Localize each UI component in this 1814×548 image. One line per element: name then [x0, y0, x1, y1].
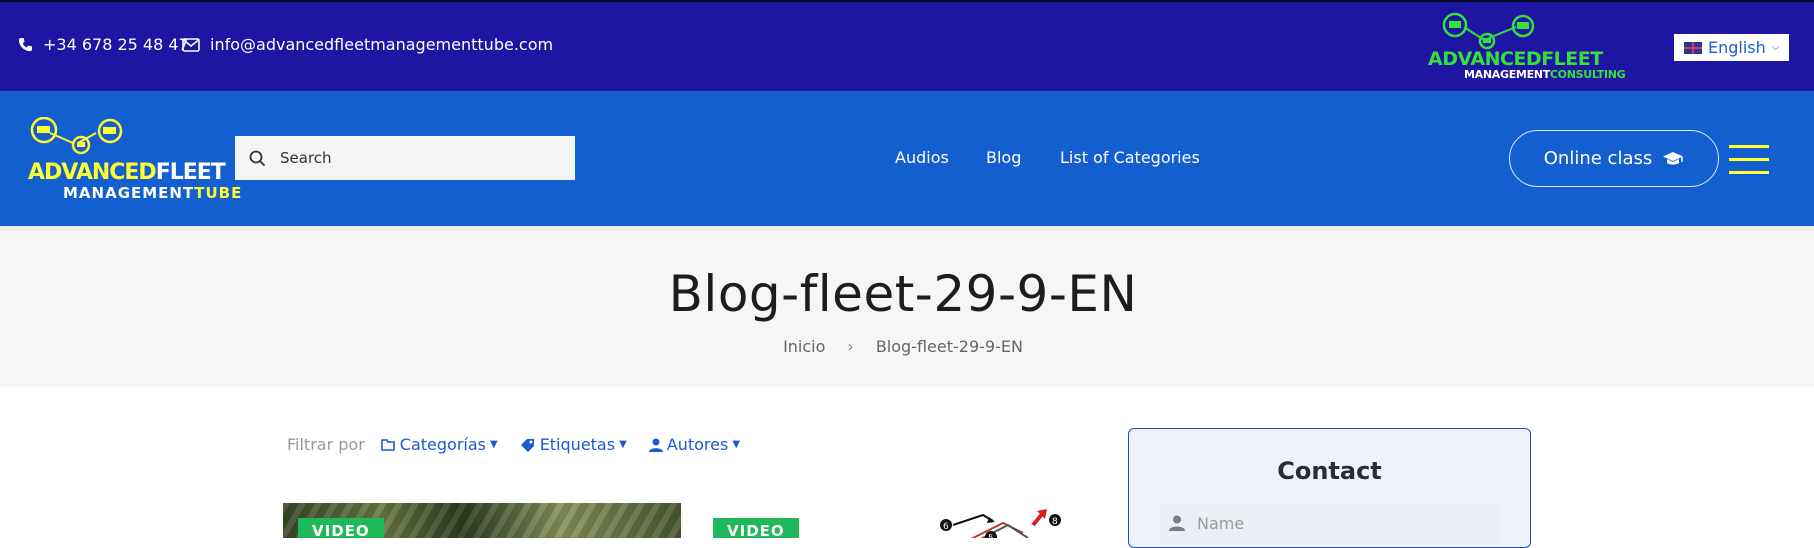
nav-audios[interactable]: Audios	[895, 148, 949, 167]
filter-label: Filtrar por	[287, 435, 365, 454]
name-field[interactable]	[1159, 503, 1500, 543]
breadcrumb-home[interactable]: Inicio	[783, 337, 825, 356]
chevron-down-icon: ⌵	[1771, 42, 1780, 53]
filter-bar: Filtrar por Categorías ▼ Etiquetas ▼ Aut…	[287, 435, 762, 454]
tag-icon	[520, 438, 534, 452]
page-title-band: Blog-fleet-29-9-EN Inicio › Blog-fleet-29-…	[0, 226, 1814, 387]
graduation-cap-icon	[1663, 151, 1684, 164]
user-icon	[648, 438, 663, 452]
online-class-label: Online class	[1543, 148, 1653, 169]
page-title: Blog-fleet-29-9-EN	[668, 265, 1138, 323]
diagram-thumbnail-icon: 6 8 5	[940, 509, 1061, 538]
name-input[interactable]	[1195, 512, 1479, 534]
search-box[interactable]	[235, 136, 575, 180]
site-logo-line2: MANAGEMENTTUBE	[63, 184, 243, 202]
breadcrumb: Inicio › Blog-fleet-29-9-EN	[0, 337, 1806, 356]
main-header: ADVANCEDFLEET MANAGEMENTTUBE Audios Blog…	[0, 91, 1814, 226]
svg-text:8: 8	[1052, 517, 1058, 527]
phone-icon	[18, 37, 33, 52]
chevron-down-icon: ▼	[489, 439, 498, 450]
search-input[interactable]	[278, 148, 552, 168]
site-logo-line1: ADVANCEDFLEET	[28, 160, 226, 185]
contact-form: Contact	[1128, 428, 1531, 548]
filter-authors[interactable]: Autores ▼	[648, 435, 741, 454]
online-class-button[interactable]: Online class	[1509, 130, 1719, 187]
filter-categories-label: Categorías	[399, 435, 486, 454]
consulting-logo-line2: MANAGEMENTCONSULTING	[1464, 68, 1626, 81]
svg-text:6: 6	[943, 522, 949, 532]
contact-title: Contact	[1277, 457, 1382, 485]
filter-categories[interactable]: Categorías ▼	[380, 435, 498, 454]
filter-tags-label: Etiquetas	[539, 435, 616, 454]
breadcrumb-separator-icon: ›	[847, 337, 854, 356]
breadcrumb-current: Blog-fleet-29-9-EN	[875, 337, 1023, 356]
filter-authors-label: Autores	[666, 435, 729, 454]
svg-text:5: 5	[988, 534, 994, 538]
mail-icon	[182, 37, 200, 52]
video-badge: VIDEO	[298, 518, 384, 538]
truck-network-icon	[1442, 12, 1535, 50]
site-logo[interactable]: ADVANCEDFLEET MANAGEMENTTUBE	[28, 117, 241, 207]
language-label: English	[1708, 38, 1766, 57]
video-badge: VIDEO	[713, 518, 799, 538]
truck-network-icon	[30, 117, 123, 155]
phone-number: +34 678 25 48 47	[43, 35, 189, 54]
filter-tags[interactable]: Etiquetas ▼	[520, 435, 627, 454]
consulting-logo[interactable]: ADVANCEDFLEET MANAGEMENTCONSULTING	[1424, 12, 1626, 84]
menu-icon[interactable]	[1729, 144, 1769, 176]
contact-email[interactable]: info@advancedfleetmanagementtube.com	[182, 35, 553, 54]
chevron-down-icon: ▼	[732, 439, 741, 450]
post-card-thumbnail[interactable]: VIDEO 6 8 5	[713, 503, 1093, 538]
flag-uk-icon	[1684, 41, 1702, 54]
nav-list-of-categories[interactable]: List of Categories	[1060, 148, 1200, 167]
post-card-thumbnail[interactable]: VIDEO	[283, 503, 681, 538]
folder-tag-icon	[380, 438, 395, 451]
consulting-logo-line1: ADVANCEDFLEET	[1428, 48, 1603, 70]
contact-phone[interactable]: +34 678 25 48 47	[18, 35, 189, 54]
language-selector[interactable]: English ⌵	[1674, 34, 1789, 61]
chevron-down-icon: ▼	[619, 439, 627, 450]
user-icon	[1169, 515, 1185, 531]
nav-blog[interactable]: Blog	[986, 148, 1021, 167]
top-bar: +34 678 25 48 47 info@advancedfleetmanag…	[0, 0, 1814, 91]
search-icon	[249, 150, 266, 166]
email-address: info@advancedfleetmanagementtube.com	[210, 35, 554, 54]
